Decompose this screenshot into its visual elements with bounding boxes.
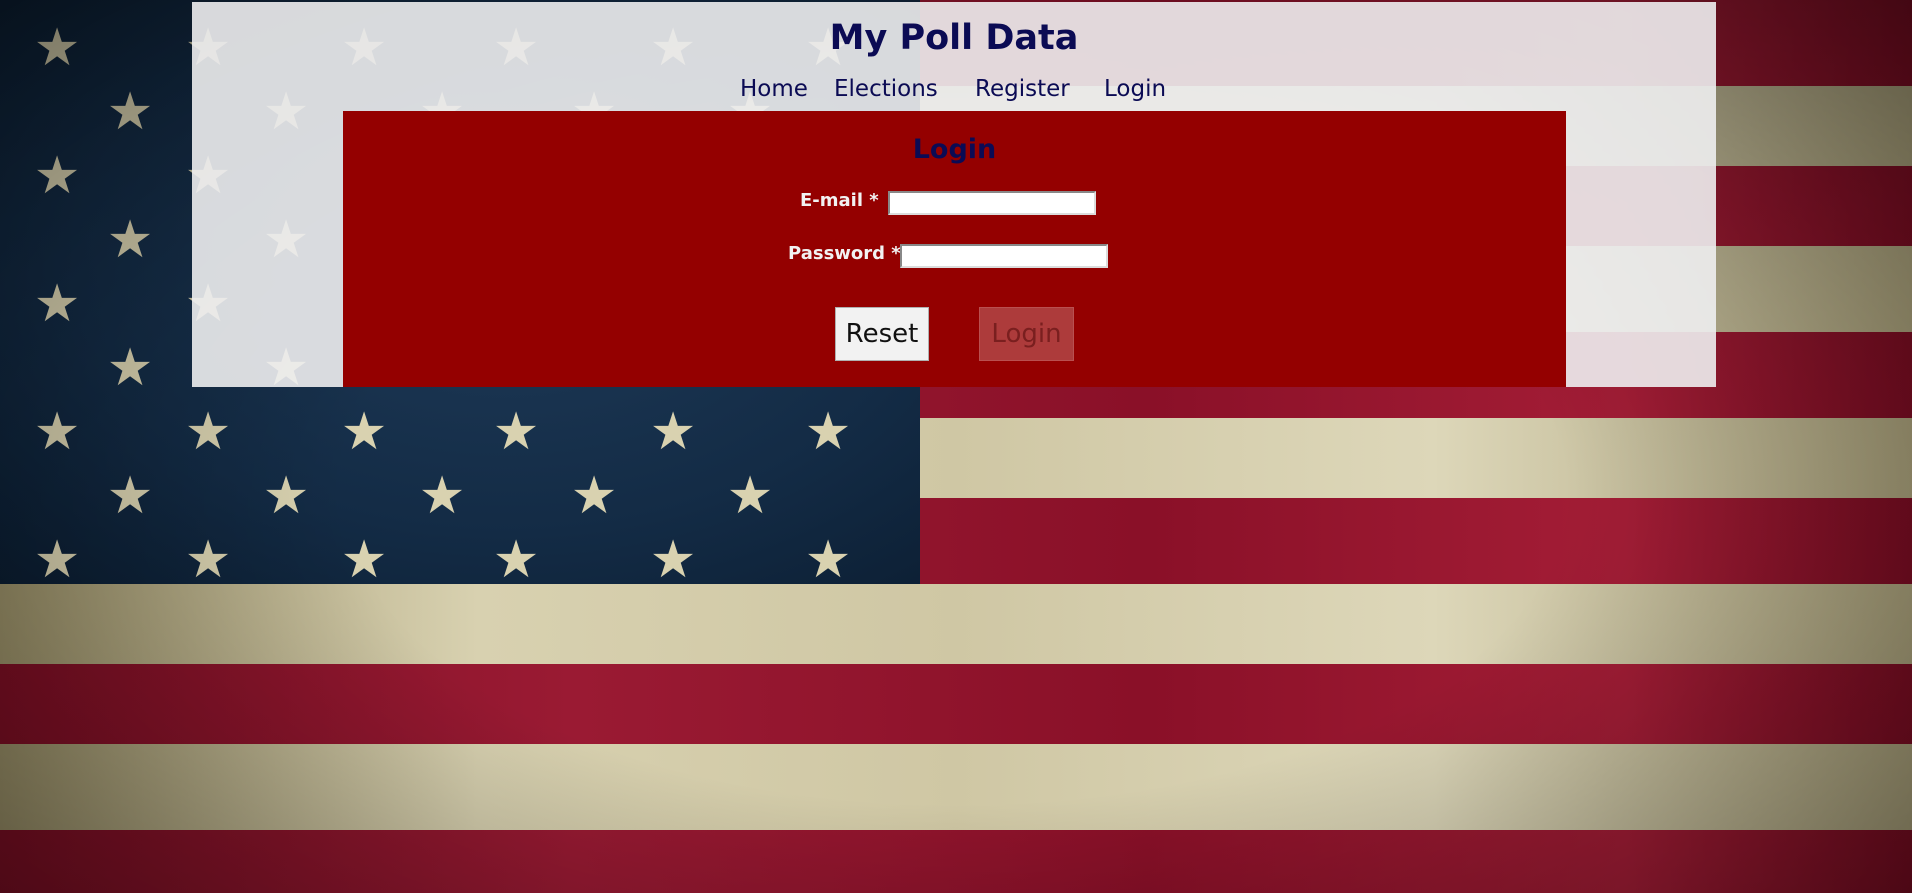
- reset-button[interactable]: Reset: [835, 307, 929, 361]
- login-button[interactable]: Login: [979, 307, 1074, 361]
- nav-login-link[interactable]: Login: [1104, 76, 1166, 102]
- nav-register-link[interactable]: Register: [975, 76, 1070, 102]
- password-label: Password *: [788, 243, 901, 264]
- nav-home-link[interactable]: Home: [740, 76, 808, 102]
- password-field[interactable]: [900, 244, 1108, 268]
- email-field[interactable]: [888, 191, 1096, 215]
- login-form-title: Login: [912, 134, 997, 165]
- site-title: My Poll Data: [829, 18, 1079, 58]
- main-nav: Home Elections Register Login: [0, 76, 1912, 108]
- email-label: E-mail *: [800, 190, 879, 211]
- nav-elections-link[interactable]: Elections: [834, 76, 938, 102]
